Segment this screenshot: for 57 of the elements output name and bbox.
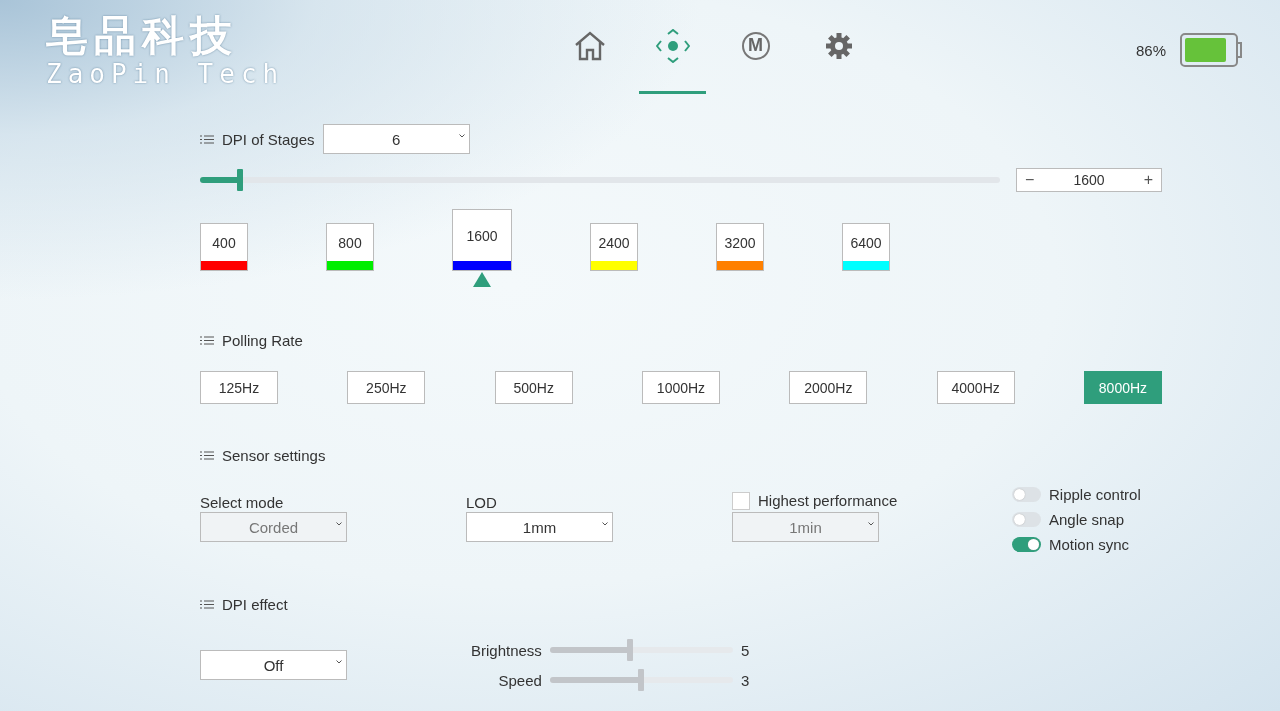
field-label: Select mode bbox=[200, 494, 285, 512]
checkbox-label: Highest performance bbox=[758, 492, 898, 510]
effect-slider[interactable] bbox=[549, 669, 733, 691]
effect-slider[interactable] bbox=[549, 639, 733, 661]
section-title: DPI of Stages bbox=[222, 130, 315, 148]
list-icon bbox=[200, 599, 214, 609]
toggle-switch[interactable] bbox=[1012, 487, 1041, 502]
m-icon: M bbox=[741, 31, 770, 60]
chevron-down-icon bbox=[868, 522, 874, 526]
logo-title: 皂品科技 bbox=[46, 12, 239, 60]
chevron-down-icon bbox=[336, 522, 342, 526]
list-icon bbox=[200, 335, 214, 345]
home-icon bbox=[573, 30, 606, 61]
dpi-stage-button[interactable]: 2400 bbox=[590, 223, 638, 271]
toggle-switch[interactable] bbox=[1012, 537, 1041, 552]
slider-label: Brightness bbox=[471, 641, 542, 659]
increment-button[interactable]: + bbox=[1141, 171, 1155, 189]
toggle-label: Motion sync bbox=[1049, 536, 1130, 553]
dpi-stage-button[interactable]: 3200 bbox=[716, 223, 764, 271]
polling-rate-button[interactable]: 250Hz bbox=[347, 371, 426, 404]
settings-icon bbox=[825, 32, 852, 59]
stages-dropdown[interactable]: 6 bbox=[322, 124, 470, 154]
nav-tab[interactable]: M bbox=[722, 0, 789, 94]
section-title: Sensor settings bbox=[222, 446, 326, 464]
chevron-down-icon bbox=[458, 134, 465, 138]
polling-rate-button[interactable]: 4000Hz bbox=[936, 371, 1015, 404]
effect-dropdown[interactable]: Off bbox=[200, 650, 347, 680]
toggle-label: Angle snap bbox=[1049, 511, 1125, 528]
field-label: LOD bbox=[466, 494, 498, 512]
slider-value: 5 bbox=[740, 641, 750, 659]
toggle-switch[interactable] bbox=[1012, 512, 1041, 527]
slider-value: 3 bbox=[740, 671, 750, 689]
polling-rate-button[interactable]: 2000Hz bbox=[789, 371, 868, 404]
list-icon bbox=[200, 134, 214, 144]
polling-rate-button[interactable]: 1000Hz bbox=[642, 371, 720, 404]
battery-percent: 86% bbox=[1135, 41, 1166, 59]
dpi-value: 1600 bbox=[1073, 172, 1105, 188]
lod-dropdown[interactable]: 1mm bbox=[466, 512, 613, 542]
section-title: Polling Rate bbox=[222, 331, 303, 349]
battery-icon bbox=[1180, 33, 1242, 67]
crosshair-arrows-icon bbox=[655, 28, 690, 63]
decrement-button[interactable]: − bbox=[1023, 171, 1037, 189]
polling-rate-button[interactable]: 500Hz bbox=[494, 371, 573, 404]
dpi-stage-button[interactable]: 800 bbox=[326, 223, 374, 271]
dpi-stage-button[interactable]: 400 bbox=[200, 223, 248, 271]
slider-label: Speed bbox=[497, 671, 542, 689]
dpi-stepper[interactable]: − 1600 + bbox=[1016, 168, 1162, 192]
selection-pointer-icon bbox=[473, 272, 491, 287]
list-icon bbox=[200, 450, 214, 460]
chevron-down-icon bbox=[336, 660, 342, 664]
dpi-stage-button[interactable]: 1600 bbox=[452, 209, 512, 271]
toggle-label: Ripple control bbox=[1049, 486, 1141, 503]
polling-rate-button[interactable]: 125Hz bbox=[200, 371, 278, 404]
dpi-stage-button[interactable]: 6400 bbox=[842, 223, 890, 271]
chevron-down-icon bbox=[602, 522, 608, 526]
section-title: DPI effect bbox=[222, 595, 288, 613]
dpi-slider[interactable] bbox=[200, 169, 1000, 191]
